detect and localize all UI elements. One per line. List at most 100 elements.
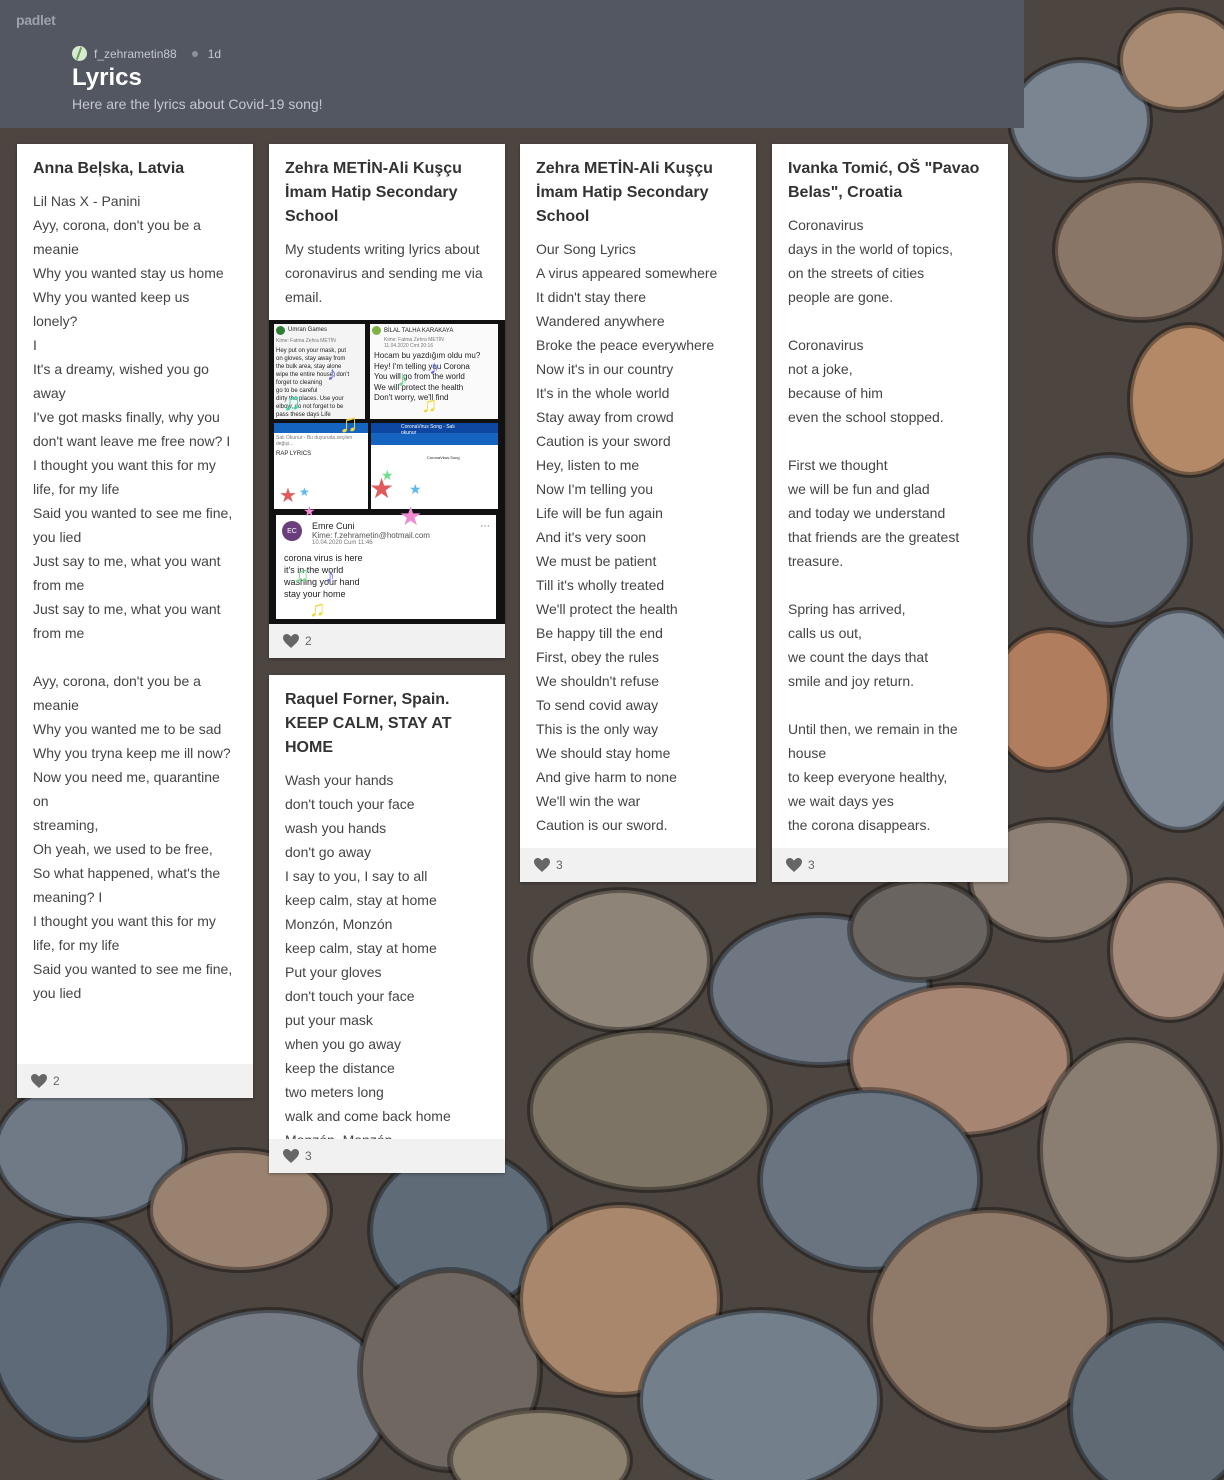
lyric-line: because of him — [788, 385, 883, 401]
svg-text:♪: ♪ — [397, 366, 408, 391]
lyric-line: I — [33, 337, 37, 353]
sticker-decorations: ♫ ♪ ♫ ♪ ♪ ♫ ★ ★ ★ ★ ★ ★ ★ ♫ ♪ ♫ — [279, 357, 439, 621]
like-count: 2 — [305, 634, 312, 648]
svg-text:♫: ♫ — [283, 389, 301, 416]
lyric-line: when you go away — [285, 1036, 401, 1052]
padlet-logo[interactable]: padlet — [16, 12, 56, 28]
post-body: Lil Nas X - Panini Ayy, corona, don't you… — [33, 189, 237, 1005]
lyric-line: Lil Nas X - Panini — [33, 193, 141, 209]
heart-icon[interactable] — [786, 858, 802, 872]
lyric-line: Why you wanted stay us home — [33, 265, 224, 281]
lyric-line: keep the distance — [285, 1060, 395, 1076]
like-count: 3 — [808, 858, 815, 872]
lyric-line: A virus appeared somewhere — [536, 265, 718, 281]
lyric-line: We'll protect the health — [536, 601, 678, 617]
svg-text:★: ★ — [399, 501, 422, 531]
lyric-line: Our Song Lyrics — [536, 241, 636, 257]
attachment-image[interactable]: Umran Games Kime: Fatma Zehra METİN Hey … — [269, 320, 505, 624]
lyric-line: meanie — [33, 241, 79, 257]
post-footer: 2 — [269, 624, 505, 658]
lyric-line: walk and come back home — [285, 1108, 451, 1124]
post-card[interactable]: Raquel Forner, Spain. KEEP CALM, STAY AT… — [269, 675, 505, 1173]
lyric-line: We should stay home — [536, 745, 671, 761]
lyric-line: It's a dreamy, wished you go — [33, 361, 209, 377]
lyric-line: the corona disappears. — [788, 817, 931, 833]
lyric-line: away — [33, 385, 66, 401]
lyric-line: we will be fun and glad — [788, 481, 930, 497]
post-card[interactable]: Anna Beļska, Latvia Lil Nas X - Panini Ay… — [17, 144, 253, 1098]
post-body: Our Song Lyrics A virus appeared somewher… — [536, 237, 740, 837]
lyric-line: First, obey the rules — [536, 649, 659, 665]
svg-text:★: ★ — [381, 467, 394, 483]
lyric-line: don't go away — [285, 844, 371, 860]
author-avatar[interactable] — [72, 46, 87, 61]
svg-text:♫: ♫ — [421, 392, 438, 417]
lyric-line: Life will be fun again — [536, 505, 663, 521]
lyric-line: meaning? I — [33, 889, 103, 905]
post-card[interactable]: Zehra METİN-Ali Kuşçu İmam Hatip Seconda… — [520, 144, 756, 882]
lyric-line: Just say to me, what you want — [33, 601, 221, 617]
lyric-line: Why you wanted me to be sad — [33, 721, 222, 737]
lyric-line: Why you tryna keep me ill now? — [33, 745, 231, 761]
lyric-line: from me — [33, 577, 85, 593]
post-title: Zehra METİN-Ali Kuşçu İmam Hatip Seconda… — [536, 160, 713, 225]
lyric-line: keep calm, stay at home — [285, 892, 437, 908]
lyric-line: It didn't stay there — [536, 289, 647, 305]
lyric-line: Broke the peace everywhere — [536, 337, 715, 353]
padlet-header: padlet f_zehrametin88 1d Lyrics Here are… — [0, 0, 1024, 128]
lyric-line: not a joke, — [788, 361, 853, 377]
author-name[interactable]: f_zehrametin88 — [94, 47, 177, 61]
post-title: Anna Beļska, Latvia — [33, 160, 185, 177]
post-card[interactable]: Ivanka Tomić, OŠ "Pavao Belas", Croatia … — [772, 144, 1008, 882]
lyric-line: Just say to me, what you want — [33, 553, 221, 569]
heart-icon[interactable] — [283, 634, 299, 648]
lyric-line: don't want leave me free now? I — [33, 433, 231, 449]
lyric-line: Caution is your sword — [536, 433, 671, 449]
lyric-line: Ayy, corona, don't you be a — [33, 217, 201, 233]
lyric-line: Coronavirus — [788, 217, 864, 233]
heart-icon[interactable] — [31, 1074, 47, 1088]
post-card[interactable]: Zehra METİN-Ali Kuşçu İmam Hatip Seconda… — [269, 144, 505, 658]
lyric-line: Be happy till the end — [536, 625, 663, 641]
lyric-line: that friends are the greatest — [788, 529, 960, 545]
post-age: 1d — [207, 46, 222, 61]
page-subtitle: Here are the lyrics about Covid-19 song! — [72, 96, 323, 112]
lyric-line: We'll win the war — [536, 793, 641, 809]
lyric-line: don't touch your face — [285, 988, 415, 1004]
lyric-line: Now I'm telling you — [536, 481, 654, 497]
svg-text:★: ★ — [299, 485, 310, 499]
separator-dot — [191, 50, 198, 57]
post-body: Wash your hands don't touch your face wash… — [285, 768, 489, 1152]
like-count: 3 — [305, 1149, 312, 1163]
svg-text:★: ★ — [279, 485, 297, 507]
like-count: 2 — [53, 1074, 60, 1088]
heart-icon[interactable] — [534, 858, 550, 872]
lyric-line: smile and joy return. — [788, 673, 915, 689]
like-count: 3 — [556, 858, 563, 872]
heart-icon[interactable] — [283, 1149, 299, 1163]
lyric-line: This is the only way — [536, 721, 659, 737]
lyric-line: calls us out, — [788, 625, 862, 641]
lyric-line: email. — [285, 289, 323, 305]
lyric-line: days in the world of topics, — [788, 241, 953, 257]
lyric-line: Monzón, Monzón — [285, 916, 393, 932]
lyric-line: people are gone. — [788, 289, 894, 305]
lyric-line: and today we understand — [788, 505, 946, 521]
lyric-line: don't touch your face — [285, 796, 415, 812]
lyric-line: meanie — [33, 697, 79, 713]
post-body: My students writing lyrics about coronavi… — [285, 237, 489, 309]
lyric-line: coronavirus and sending me via — [285, 265, 483, 281]
svg-text:♫: ♫ — [309, 596, 326, 621]
lyric-line: streaming, — [33, 817, 99, 833]
lyric-line: put your mask — [285, 1012, 373, 1028]
svg-text:♪: ♪ — [327, 363, 337, 385]
lyric-line: keep calm, stay at home — [285, 940, 437, 956]
post-footer: 3 — [520, 848, 756, 882]
lyric-line: Said you wanted to see me fine, — [33, 505, 233, 521]
svg-text:★: ★ — [409, 481, 422, 497]
lyric-line: Spring has arrived, — [788, 601, 906, 617]
lyric-line: we count the days that — [788, 649, 929, 665]
svg-text:♪: ♪ — [325, 565, 335, 587]
lyric-line: on the streets of cities — [788, 265, 925, 281]
lyric-line: Wash your hands — [285, 772, 394, 788]
